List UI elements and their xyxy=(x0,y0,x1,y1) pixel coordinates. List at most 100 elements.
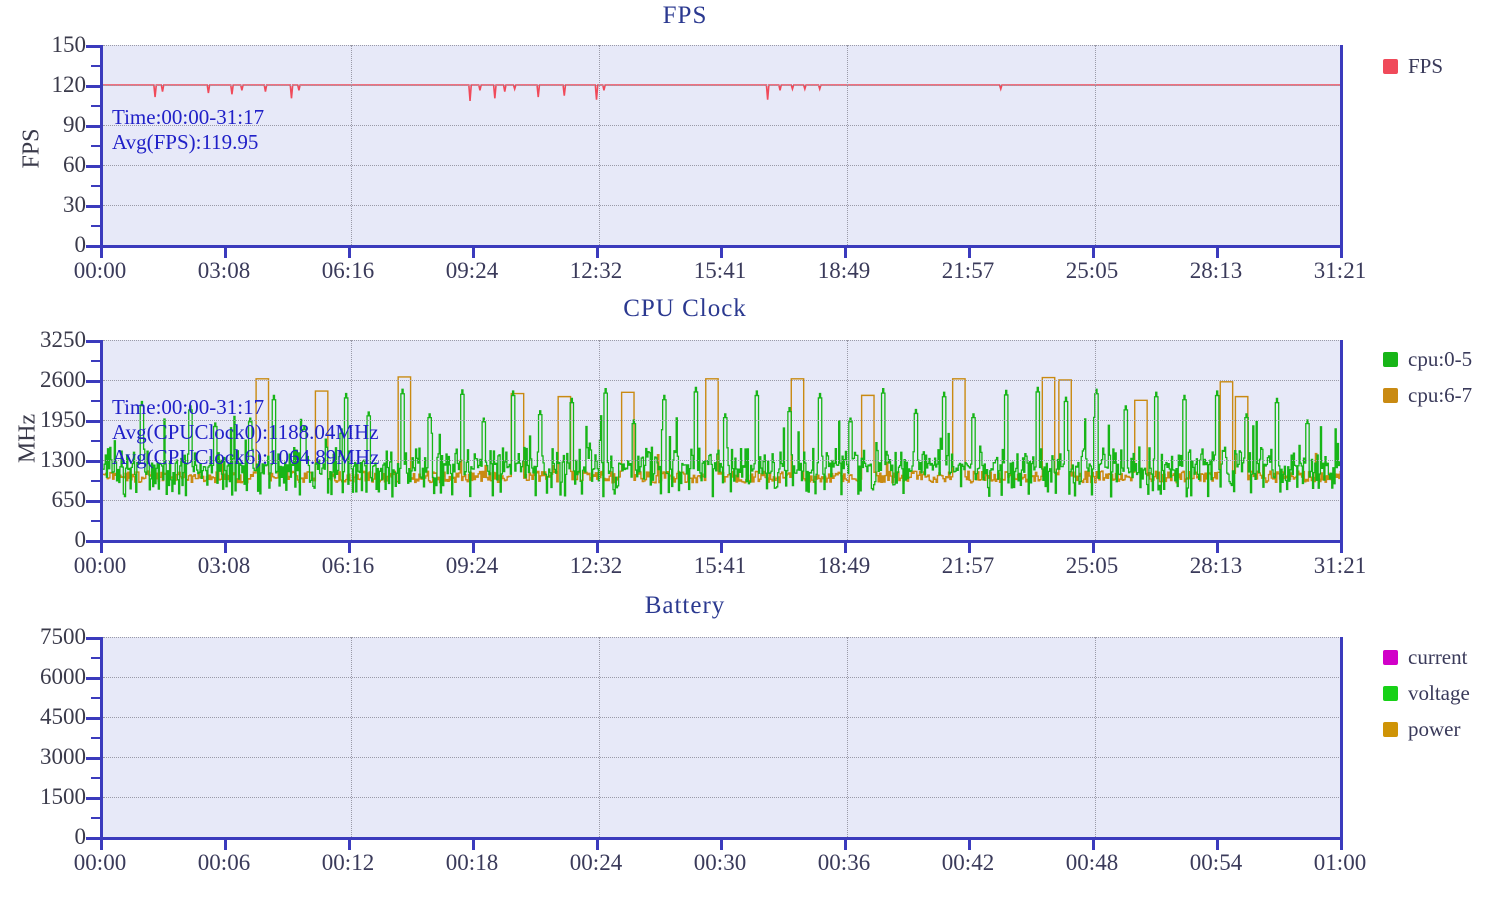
x-axis-tick-mark xyxy=(844,840,847,850)
x-axis-tick-mark xyxy=(844,543,847,553)
y-axis-tick-label: 60 xyxy=(63,152,86,177)
chart-title-fps: FPS xyxy=(662,2,708,29)
y-axis-tick-mark xyxy=(86,245,100,248)
y-axis-minor-tick xyxy=(91,657,100,659)
y-axis-minor-tick xyxy=(91,777,100,779)
x-axis-tick-mark xyxy=(596,543,599,553)
x-axis-tick-mark xyxy=(100,543,103,553)
x-axis-tick-mark xyxy=(968,543,971,553)
x-axis-tick-label: 00:30 xyxy=(693,850,747,875)
x-axis-tick-mark xyxy=(472,543,475,553)
x-axis-tick-label: 00:06 xyxy=(197,850,251,875)
x-axis-tick-mark xyxy=(224,543,227,553)
legend-label: cpu:0-5 xyxy=(1408,347,1473,371)
y-axis-tick-mark xyxy=(86,717,100,720)
y-axis-tick-mark xyxy=(86,380,100,383)
x-axis-tick-label: 25:05 xyxy=(1065,553,1119,578)
y-axis-minor-tick xyxy=(91,225,100,227)
legend-fps: FPS xyxy=(1383,54,1443,79)
legend-swatch-icon xyxy=(1383,352,1398,367)
y-axis-tick-mark xyxy=(86,165,100,168)
legend-item[interactable]: cpu:6-7 xyxy=(1383,383,1472,408)
x-axis-tick-mark xyxy=(224,248,227,258)
x-axis-tick-mark xyxy=(1092,248,1095,258)
y-axis-minor-tick xyxy=(91,737,100,739)
x-axis-tick-label: 25:05 xyxy=(1065,258,1119,283)
legend-swatch-icon xyxy=(1383,59,1398,74)
plot-right-edge-battery xyxy=(1340,637,1343,840)
y-axis-tick-label: 30 xyxy=(63,192,86,217)
x-axis-tick-label: 00:24 xyxy=(569,850,623,875)
legend-item[interactable]: power xyxy=(1383,717,1470,742)
plot-area-cpu xyxy=(100,340,1343,543)
x-axis-tick-mark xyxy=(472,248,475,258)
y-axis-minor-tick xyxy=(91,440,100,442)
x-axis-tick-label: 21:57 xyxy=(941,258,995,283)
legend-item[interactable]: voltage xyxy=(1383,681,1470,706)
x-axis-tick-label: 06:16 xyxy=(321,553,375,578)
x-axis-tick-label: 00:36 xyxy=(817,850,871,875)
x-axis-tick-label: 00:00 xyxy=(73,553,127,578)
y-axis-tick-mark xyxy=(86,540,100,543)
y-axis-tick-mark xyxy=(86,797,100,800)
legend-item[interactable]: current xyxy=(1383,645,1470,670)
y-axis-minor-tick xyxy=(91,145,100,147)
y-axis-tick-mark xyxy=(86,45,100,48)
legend-item[interactable]: cpu:0-5 xyxy=(1383,347,1472,372)
y-axis-minor-tick xyxy=(91,817,100,819)
x-axis-tick-mark xyxy=(1340,840,1343,850)
legend-swatch-icon xyxy=(1383,686,1398,701)
legend-label: voltage xyxy=(1408,681,1470,705)
plot-area-fps xyxy=(100,45,1343,248)
series-canvas-cpu xyxy=(103,376,1343,498)
x-axis-tick-label: 15:41 xyxy=(693,258,747,283)
y-axis-tick-mark xyxy=(86,340,100,343)
x-axis-tick-label: 00:54 xyxy=(1189,850,1243,875)
x-axis-tick-mark xyxy=(720,248,723,258)
legend-swatch-icon xyxy=(1383,722,1398,737)
legend-label: cpu:6-7 xyxy=(1408,383,1473,407)
y-axis-tick-label: 0 xyxy=(74,232,87,257)
x-axis-tick-mark xyxy=(596,840,599,850)
x-axis-tick-mark xyxy=(348,248,351,258)
chart-title-battery: Battery xyxy=(644,592,726,619)
y-axis-tick-label: 3000 xyxy=(40,744,86,769)
x-axis-tick-mark xyxy=(348,543,351,553)
y-axis-tick-mark xyxy=(86,677,100,680)
x-axis-tick-mark xyxy=(100,248,103,258)
y-axis-tick-label: 6000 xyxy=(40,664,86,689)
x-axis-tick-label: 01:00 xyxy=(1313,850,1367,875)
x-axis-tick-label: 03:08 xyxy=(197,258,251,283)
x-axis-tick-mark xyxy=(1092,543,1095,553)
x-axis-tick-mark xyxy=(596,248,599,258)
y-axis-minor-tick xyxy=(91,697,100,699)
x-axis-tick-label: 31:21 xyxy=(1313,258,1367,283)
x-axis-tick-mark xyxy=(472,840,475,850)
legend-swatch-icon xyxy=(1383,388,1398,403)
plot-right-edge-fps xyxy=(1340,45,1343,248)
y-axis-tick-mark xyxy=(86,757,100,760)
x-axis-tick-label: 09:24 xyxy=(445,553,499,578)
y-axis-tick-label: 7500 xyxy=(40,624,86,649)
x-axis-tick-label: 18:49 xyxy=(817,553,871,578)
x-axis-tick-mark xyxy=(224,840,227,850)
chart-panel-fps: FPS FPS Time:00:00-31:17 Avg(FPS):119.95… xyxy=(0,0,1500,295)
y-axis-tick-label: 3250 xyxy=(40,327,86,352)
x-axis-tick-label: 00:00 xyxy=(73,850,127,875)
y-axis-tick-label: 0 xyxy=(74,527,87,552)
x-axis-tick-mark xyxy=(968,840,971,850)
x-axis-tick-mark xyxy=(720,543,723,553)
legend-item[interactable]: FPS xyxy=(1383,54,1443,79)
y-axis-tick-mark xyxy=(86,637,100,640)
x-axis-tick-label: 09:24 xyxy=(445,258,499,283)
legend-swatch-icon xyxy=(1383,650,1398,665)
y-axis-tick-mark xyxy=(86,85,100,88)
series-line-cpu-0-5 xyxy=(103,386,1343,498)
x-axis-tick-mark xyxy=(1216,543,1219,553)
x-axis-tick-label: 03:08 xyxy=(197,553,251,578)
chart-title-cpu: CPU Clock xyxy=(623,295,747,322)
series-canvas-battery xyxy=(103,637,1343,837)
x-axis-tick-label: 15:41 xyxy=(693,553,747,578)
x-axis-tick-mark xyxy=(1216,248,1219,258)
y-axis-tick-mark xyxy=(86,837,100,840)
